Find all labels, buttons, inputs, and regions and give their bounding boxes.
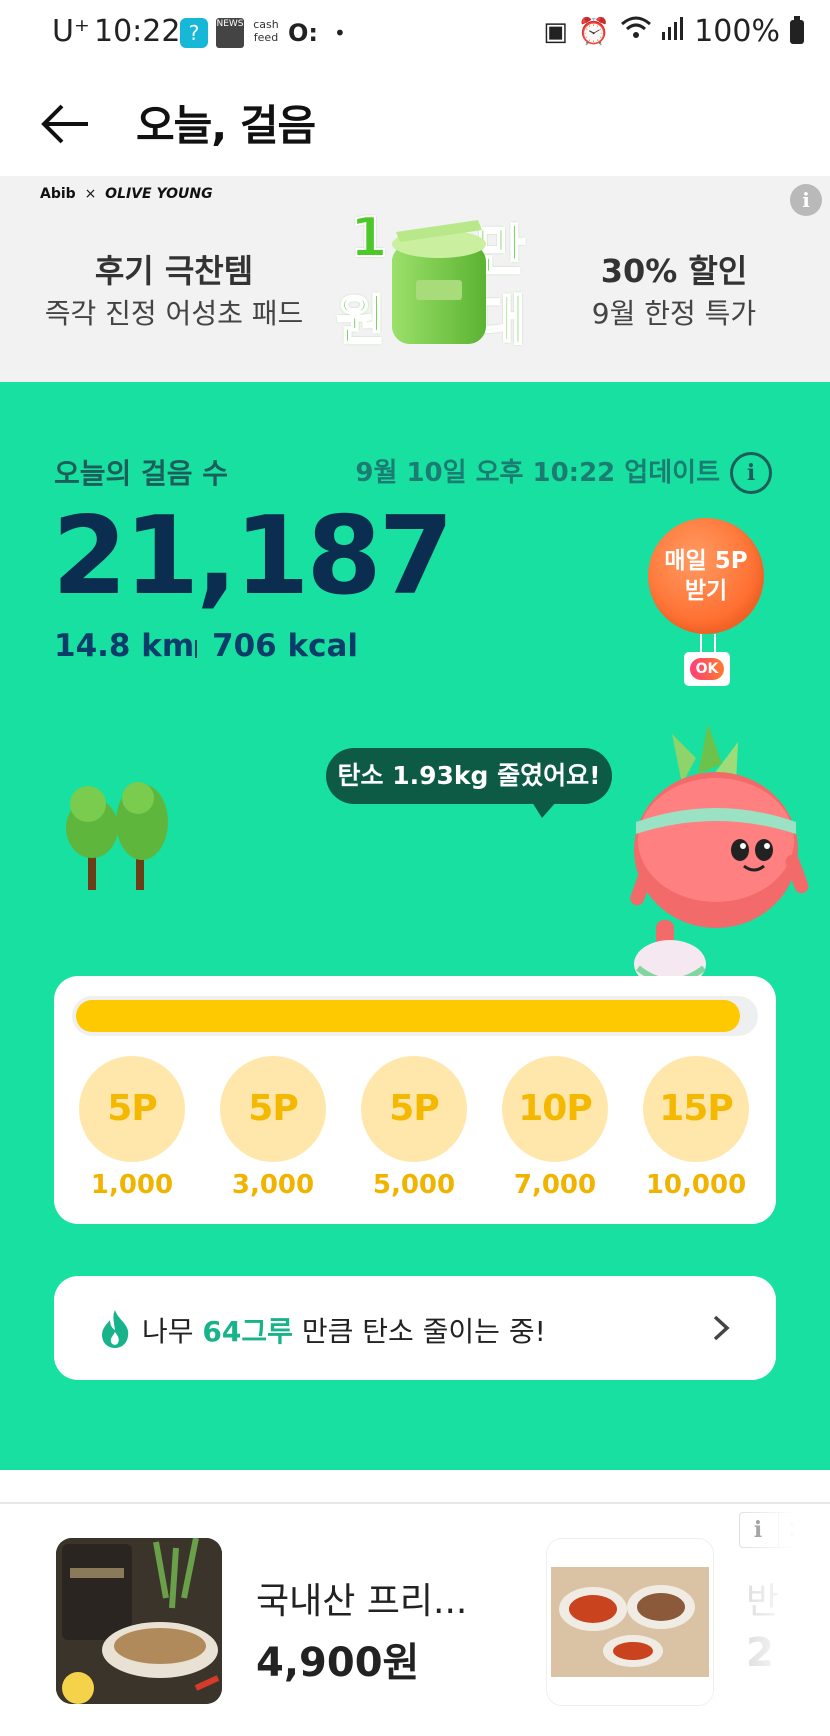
more-notifications-dot: •	[334, 21, 346, 45]
product-ad-row: i ✕ 국내산 프리... 4,900원 반 2	[0, 1502, 830, 1736]
radish-mascot	[630, 724, 809, 988]
divider	[195, 640, 197, 658]
back-arrow-icon	[41, 104, 88, 144]
reward-item[interactable]: 5P 1,000	[72, 1056, 192, 1200]
reward-threshold: 7,000	[513, 1170, 597, 1200]
reward-threshold: 3,000	[231, 1170, 315, 1200]
trees-text: 나무 64그루 만큼 탄소 줄이는 중!	[142, 1315, 546, 1348]
reward-points: 5P	[361, 1056, 467, 1162]
cash-app-icon: ?	[180, 18, 208, 48]
promo-banner[interactable]: Abib × OLIVE YOUNG i 후기 극찬템 즉각 진정 어성초 패드…	[0, 176, 830, 382]
flame-icon	[102, 1310, 129, 1348]
ad-info-icon[interactable]: i	[790, 184, 822, 216]
reward-item[interactable]: 5P 5,000	[354, 1056, 474, 1200]
product-price: 4,900원	[256, 1640, 420, 1686]
carrier-label: U⁺	[52, 14, 90, 49]
step-count: 21,187	[52, 494, 454, 619]
carbon-trees-card[interactable]: 나무 64그루 만큼 탄소 줄이는 중!	[54, 1276, 776, 1380]
product-jar-image	[392, 220, 486, 344]
bubble-tail	[532, 802, 556, 818]
reward-item[interactable]: 5P 3,000	[213, 1056, 333, 1200]
banner-left-title: 후기 극찬템	[94, 252, 254, 290]
update-time: 9월 10일 오후 10:22 업데이트	[355, 458, 720, 488]
reward-points: 10P	[502, 1056, 608, 1162]
reward-points: 5P	[79, 1056, 185, 1162]
reward-points: 5P	[220, 1056, 326, 1162]
system-indicators: ▣ ⏰ 100%	[543, 14, 804, 49]
banner-brand: Abib × OLIVE YOUNG	[40, 186, 213, 202]
wifi-icon	[620, 15, 652, 48]
distance: 14.8 km	[54, 628, 195, 664]
app-header: 오늘, 걸음	[0, 70, 830, 176]
balloon-line-1: 매일 5P	[664, 548, 748, 574]
reward-threshold: 1,000	[90, 1170, 174, 1200]
product-image[interactable]	[546, 1538, 714, 1706]
signal-icon	[662, 16, 684, 47]
chevron-right-icon	[713, 1315, 730, 1341]
alarm-icon: ⏰	[577, 16, 611, 47]
rewards-row: 5P 1,000 5P 3,000 5P 5,000 10P 7,000 15P…	[54, 1046, 776, 1216]
o-app-icon: O:	[288, 19, 318, 47]
news-icon: NEWS	[216, 18, 244, 48]
ok-cashbag-icon: OK	[684, 652, 730, 686]
banner-right-subtitle: 9월 한정 특가	[591, 297, 757, 330]
back-button[interactable]	[38, 96, 94, 152]
product-image[interactable]	[56, 1538, 222, 1704]
calories: 706 kcal	[212, 628, 359, 664]
battery-saver-icon: ▣	[543, 16, 568, 47]
balloon-line-2: 받기	[684, 578, 728, 604]
status-bar: U⁺ 10:22 ? NEWS cash feed O: • ▣ ⏰ 100%	[0, 0, 830, 70]
trees-count: 64그루	[202, 1315, 293, 1348]
scroll-fade	[712, 1504, 830, 1736]
reward-item[interactable]: 10P 7,000	[495, 1056, 615, 1200]
progress-card: 5P 1,000 5P 3,000 5P 5,000 10P 7,000 15P…	[54, 976, 776, 1224]
product-name[interactable]: 국내산 프리...	[256, 1572, 467, 1624]
clock: 10:22	[94, 14, 181, 49]
steps-label: 오늘의 걸음 수	[54, 457, 229, 490]
battery-percent: 100%	[694, 14, 780, 49]
info-icon[interactable]: i	[730, 452, 772, 494]
promo-char: 원	[335, 288, 387, 353]
battery-icon	[790, 15, 804, 44]
reward-threshold: 5,000	[372, 1170, 456, 1200]
steps-section: 오늘의 걸음 수 9월 10일 오후 10:22 업데이트 i 21,187 1…	[0, 382, 830, 1470]
banner-left-subtitle: 즉각 진정 어성초 패드	[44, 297, 304, 330]
carbon-speech-bubble: 탄소 1.93kg 줄였어요!	[326, 748, 612, 804]
page-title: 오늘, 걸음	[136, 101, 316, 150]
banner-right-title: 30% 할인	[600, 252, 748, 290]
progress-track	[72, 996, 758, 1036]
trees-illustration	[66, 782, 168, 890]
reward-points: 15P	[643, 1056, 749, 1162]
daily-points-balloon[interactable]: 매일 5P 받기	[648, 518, 764, 634]
reward-threshold: 10,000	[645, 1170, 747, 1200]
reward-item[interactable]: 15P 10,000	[636, 1056, 756, 1200]
cashfeed-icon: cash feed	[253, 18, 279, 44]
promo-char: 1	[349, 205, 389, 270]
progress-fill	[76, 1000, 740, 1032]
